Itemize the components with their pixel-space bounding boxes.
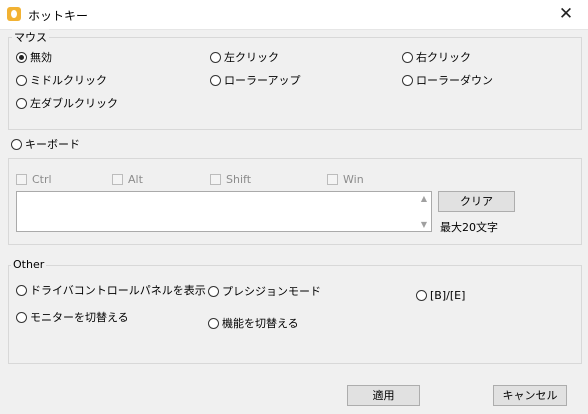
radio-label: [B]/[E] [430, 288, 466, 302]
radio-middle-click[interactable]: ミドルクリック [16, 72, 107, 88]
radio-label: プレシジョンモード [222, 285, 321, 298]
ctrl-checkbox[interactable]: Ctrl [16, 171, 52, 187]
radio-label: 左クリック [224, 51, 279, 64]
radio-circle [416, 289, 427, 301]
radio-precision-mode[interactable]: プレシジョンモード [208, 283, 321, 299]
radio-roller-down[interactable]: ローラーダウン [402, 72, 493, 88]
radio-circle [210, 51, 221, 63]
radio-switch-monitor[interactable]: モニターを切替える [16, 309, 129, 325]
radio-label: 左ダブルクリック [30, 97, 118, 110]
hotkey-text-area[interactable]: ▲ ▼ [16, 191, 432, 232]
checkbox-label: Ctrl [32, 172, 52, 186]
scroll-down-icon[interactable]: ▼ [417, 220, 431, 229]
close-button[interactable]: ✕ [544, 0, 588, 29]
radio-circle [16, 311, 27, 323]
radio-label: キーボード [25, 138, 80, 151]
radio-switch-function[interactable]: 機能を切替える [208, 315, 299, 331]
radio-circle [16, 74, 27, 86]
other-group-title: Other [11, 258, 47, 271]
alt-checkbox[interactable]: Alt [112, 171, 143, 187]
radio-label: 右クリック [416, 51, 471, 64]
clear-button[interactable]: クリア [438, 191, 515, 212]
radio-keyboard[interactable]: キーボード [11, 136, 80, 152]
radio-circle [16, 51, 27, 63]
radio-label: モニターを切替える [30, 311, 129, 324]
radio-left-click[interactable]: 左クリック [210, 49, 279, 65]
radio-right-click[interactable]: 右クリック [402, 49, 471, 65]
radio-circle [402, 51, 413, 63]
radio-circle [11, 138, 22, 150]
checkbox-label: Shift [226, 172, 252, 186]
radio-label: ドライバコントロールパネルを表示 [30, 284, 206, 297]
radio-label: ローラーアップ [224, 74, 301, 87]
shift-checkbox[interactable]: Shift [210, 171, 251, 187]
mouse-group-title: マウス [12, 29, 49, 45]
radio-circle [210, 74, 221, 86]
radio-label: 機能を切替える [222, 317, 299, 330]
checkbox-box [16, 173, 27, 185]
cancel-button[interactable]: キャンセル [493, 385, 567, 406]
scroll-up-icon[interactable]: ▲ [417, 194, 431, 203]
checkbox-label: Alt [128, 172, 143, 186]
radio-roller-up[interactable]: ローラーアップ [210, 72, 301, 88]
radio-label: 無効 [30, 51, 52, 64]
apply-button[interactable]: 適用 [347, 385, 420, 406]
radio-circle [208, 285, 219, 297]
radio-circle [208, 317, 219, 329]
radio-disabled[interactable]: 無効 [16, 49, 52, 65]
radio-driver-control-panel[interactable]: ドライバコントロールパネルを表示 [16, 282, 206, 298]
radio-circle [16, 284, 27, 296]
win-checkbox[interactable]: Win [327, 171, 364, 187]
radio-b-e[interactable]: [B]/[E] [416, 287, 465, 303]
radio-circle [402, 74, 413, 86]
max-length-note: 最大20文字 [440, 221, 498, 234]
radio-circle [16, 97, 27, 109]
checkbox-box [112, 173, 123, 185]
title-bar: ホットキー ✕ [0, 0, 588, 30]
app-icon [7, 7, 21, 21]
radio-left-double-click[interactable]: 左ダブルクリック [16, 95, 118, 111]
checkbox-label: Win [343, 172, 364, 186]
window-title: ホットキー [28, 9, 89, 23]
radio-label: ミドルクリック [30, 74, 107, 87]
radio-label: ローラーダウン [416, 74, 493, 87]
checkbox-box [327, 173, 338, 185]
checkbox-box [210, 173, 221, 185]
scrollbar[interactable]: ▲ ▼ [417, 192, 431, 231]
